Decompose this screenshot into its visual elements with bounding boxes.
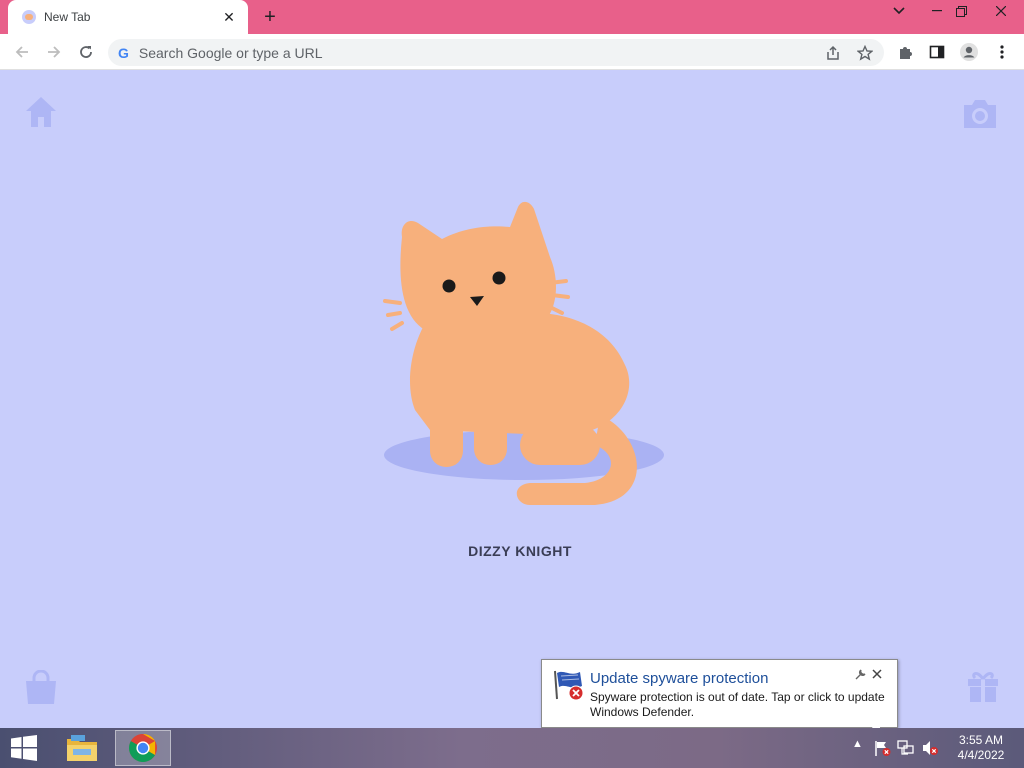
gift-icon[interactable] xyxy=(965,668,1001,704)
minimize-icon xyxy=(932,10,942,12)
arrow-right-icon xyxy=(48,46,61,58)
home-icon[interactable] xyxy=(23,94,59,130)
tab-close-button[interactable]: ✕ xyxy=(220,8,238,26)
tab-title: New Tab xyxy=(44,10,91,24)
bookmark-star-icon[interactable] xyxy=(854,42,876,64)
volume-muted-icon[interactable] xyxy=(921,739,939,757)
shopping-bag-icon[interactable] xyxy=(23,670,59,706)
cat-right-eye xyxy=(492,271,506,285)
side-panel-button[interactable] xyxy=(923,38,951,66)
close-icon xyxy=(996,6,1006,16)
defender-notification[interactable]: Update spyware protection Spyware protec… xyxy=(541,659,898,728)
taskbar-clock[interactable]: 3:55 AM 4/4/2022 xyxy=(948,733,1014,763)
camera-icon[interactable] xyxy=(962,96,998,132)
close-icon xyxy=(872,669,882,679)
tab-strip: New Tab ✕ + xyxy=(0,0,1024,34)
side-panel-icon xyxy=(929,45,945,59)
profile-button[interactable] xyxy=(955,38,983,66)
cat-favicon-icon xyxy=(22,10,36,24)
taskbar-chrome[interactable] xyxy=(115,730,171,766)
network-icon[interactable] xyxy=(897,740,915,756)
google-icon: G xyxy=(118,44,129,61)
notification-title: Update spyware protection xyxy=(590,670,769,687)
start-button[interactable] xyxy=(6,732,42,764)
restore-icon xyxy=(955,5,967,17)
chevron-down-icon xyxy=(893,7,905,15)
back-button[interactable] xyxy=(8,38,36,66)
kebab-menu-icon xyxy=(1000,45,1004,59)
file-explorer-icon xyxy=(67,735,97,761)
tab-search-button[interactable] xyxy=(884,0,914,22)
windows-logo-icon xyxy=(11,735,37,761)
defender-warning-icon xyxy=(554,670,584,701)
cat-left-eye xyxy=(442,279,456,293)
omnibox[interactable]: G xyxy=(108,39,884,66)
clock-time: 3:55 AM xyxy=(958,733,1004,747)
share-icon[interactable] xyxy=(822,42,844,64)
omnibox-input[interactable] xyxy=(138,44,799,61)
reload-icon xyxy=(80,46,92,58)
forward-button[interactable] xyxy=(40,38,68,66)
avatar-icon xyxy=(960,43,978,61)
chrome-icon xyxy=(129,734,157,762)
notification-body: Spyware protection is out of date. Tap o… xyxy=(590,690,885,719)
notification-close-button[interactable] xyxy=(872,666,882,682)
menu-button[interactable] xyxy=(988,38,1016,66)
action-center-flag-icon[interactable] xyxy=(874,739,892,757)
taskbar: ▲ 3:55 AM 4/4/2022 xyxy=(0,728,1024,768)
browser-toolbar: G xyxy=(0,34,1024,70)
close-window-button[interactable] xyxy=(978,0,1024,22)
taskbar-file-explorer[interactable] xyxy=(54,730,110,766)
new-tab-button[interactable]: + xyxy=(258,5,282,29)
clock-date: 4/4/2022 xyxy=(957,748,1005,762)
restore-button[interactable] xyxy=(946,0,976,22)
extensions-button[interactable] xyxy=(892,38,920,66)
show-hidden-icons-button[interactable]: ▲ xyxy=(852,738,863,750)
arrow-left-icon xyxy=(15,46,28,58)
reload-button[interactable] xyxy=(72,38,100,66)
tab-new-tab[interactable]: New Tab ✕ xyxy=(8,0,248,34)
wrench-icon[interactable] xyxy=(854,669,866,684)
puzzle-icon xyxy=(900,47,912,59)
pet-name: DIZZY KNIGHT xyxy=(468,543,572,559)
cat-illustration xyxy=(383,201,664,505)
